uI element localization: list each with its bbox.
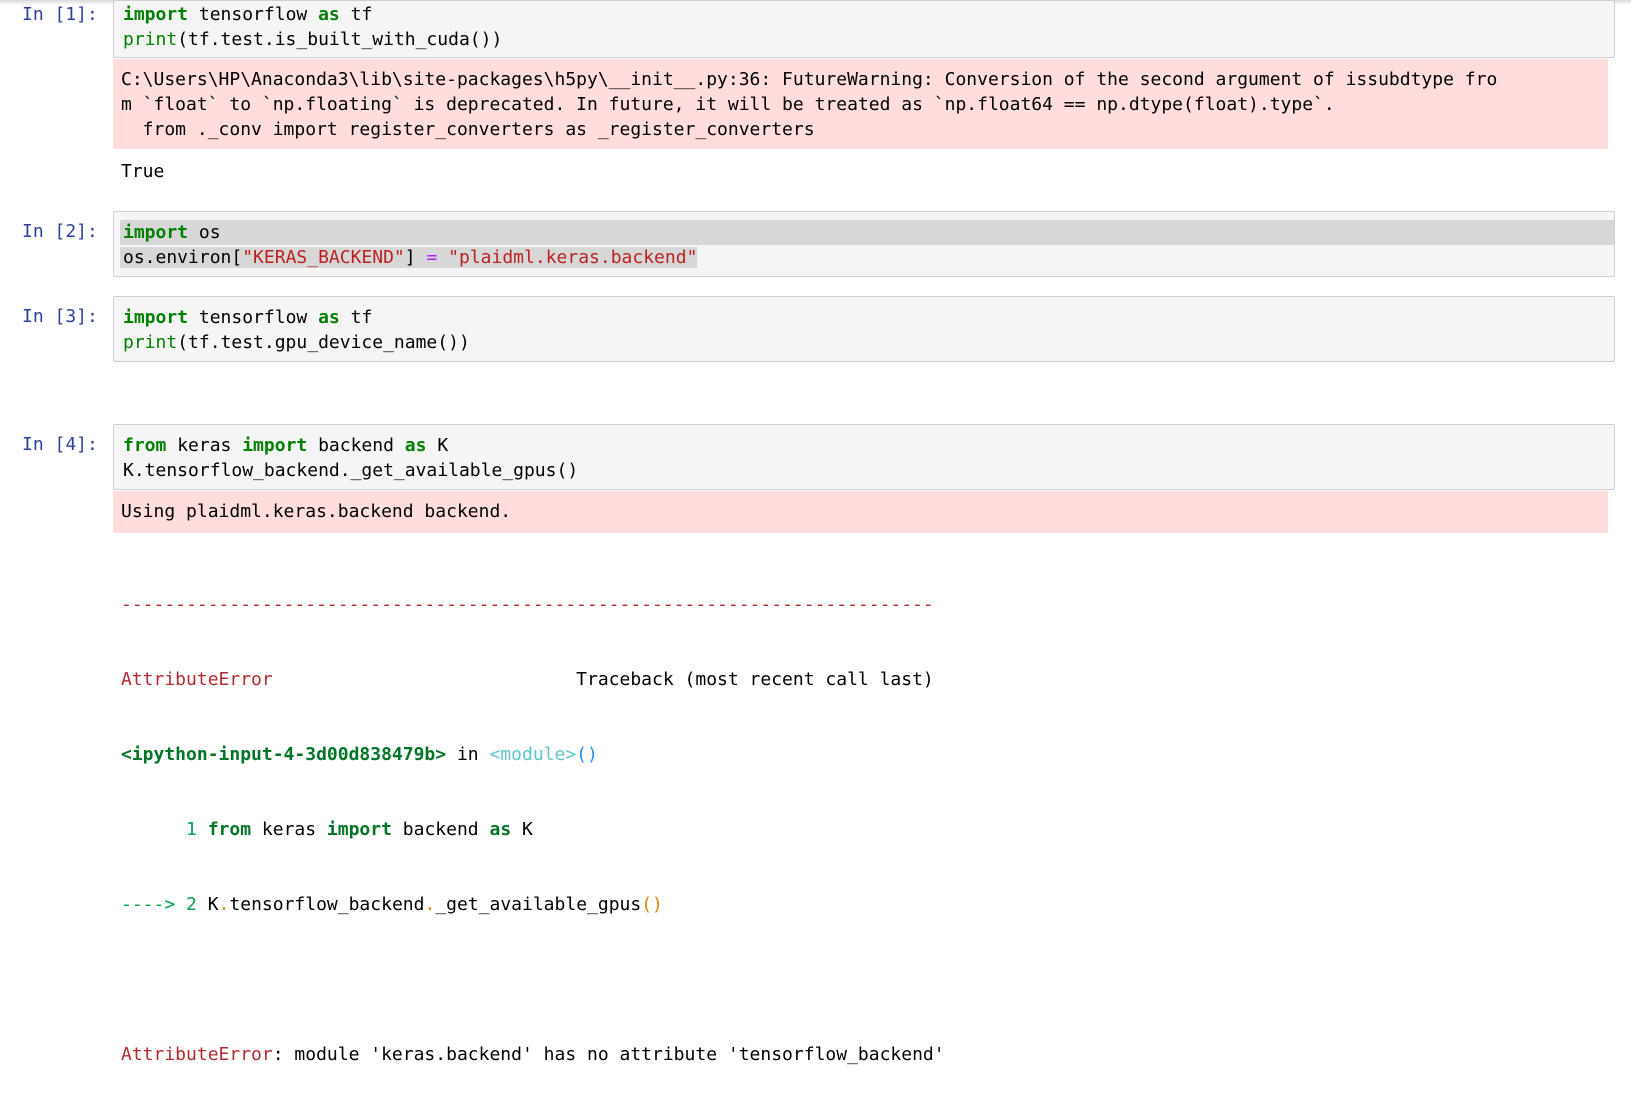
code-token: backend xyxy=(391,819,490,840)
code-token: ] xyxy=(404,247,427,268)
code-line: from keras import backend as K xyxy=(114,433,1614,458)
code-token: tensorflow xyxy=(188,4,319,25)
traceback-line: ----> 2 K.tensorflow_backend._get_availa… xyxy=(121,892,945,917)
code-token: from xyxy=(207,819,252,840)
code-token: import xyxy=(123,222,189,243)
traceback-output: ----------------------------------------… xyxy=(121,542,945,1117)
stdout-output: True xyxy=(121,161,165,182)
code-input[interactable]: from keras import backend as K K.tensorf… xyxy=(113,424,1615,490)
code-token: ----------------------------------------… xyxy=(121,594,934,615)
code-token: (tf.test.is_built_with_cuda()) xyxy=(177,29,503,50)
code-token: print xyxy=(123,332,178,353)
code-input[interactable]: import os os.environ["KERAS_BACKEND"] = … xyxy=(113,211,1615,277)
traceback-line: 1 from keras import backend as K xyxy=(121,817,945,842)
traceback-line: ----------------------------------------… xyxy=(121,592,945,617)
stderr-output: Using plaidml.keras.backend backend. xyxy=(113,491,1608,533)
code-token: import xyxy=(326,819,392,840)
stderr-output: C:\Users\HP\Anaconda3\lib\site-packages\… xyxy=(113,59,1608,149)
code-token: os.environ[ xyxy=(123,247,243,268)
code-token: tensorflow_backend xyxy=(229,894,425,915)
stderr-line: from ._conv import register_converters a… xyxy=(121,119,815,140)
input-prompt: In [4]: xyxy=(22,434,98,455)
code-token: = xyxy=(426,247,438,268)
code-token: backend xyxy=(307,435,405,456)
traceback-line xyxy=(121,967,945,992)
code-line: print(tf.test.gpu_device_name()) xyxy=(114,330,1614,355)
code-token: tensorflow xyxy=(188,307,319,328)
code-token: K.tensorflow_backend._get_available_gpus… xyxy=(123,460,579,481)
code-token: K xyxy=(426,435,449,456)
code-token: import xyxy=(123,307,189,328)
code-token: K xyxy=(207,894,219,915)
code-line: os.environ["KERAS_BACKEND"] = "plaidml.k… xyxy=(114,245,1614,270)
code-token: as xyxy=(318,307,340,328)
code-line: K.tensorflow_backend._get_available_gpus… xyxy=(114,458,1614,483)
code-token: . xyxy=(218,894,230,915)
code-token: Traceback (most recent call last) xyxy=(272,669,934,690)
code-token: _get_available_gpus xyxy=(435,894,642,915)
code-line: print(tf.test.is_built_with_cuda()) xyxy=(114,27,1614,52)
code-line: import tensorflow as tf xyxy=(114,2,1614,27)
code-token: import xyxy=(242,435,308,456)
code-token: as xyxy=(404,435,427,456)
code-line-selected: import os xyxy=(120,220,1614,245)
input-prompt: In [3]: xyxy=(22,306,98,327)
code-token: 1 xyxy=(121,819,208,840)
traceback-line: AttributeError Traceback (most recent ca… xyxy=(121,667,945,692)
code-token: <ipython-input-4-3d00d838479b> xyxy=(121,744,447,765)
code-token: AttributeError xyxy=(121,669,273,690)
code-token: import xyxy=(123,4,189,25)
code-line: import tensorflow as tf xyxy=(114,305,1614,330)
code-token: as xyxy=(318,4,340,25)
code-token: keras xyxy=(251,819,327,840)
code-token: in xyxy=(446,744,490,765)
stderr-line: C:\Users\HP\Anaconda3\lib\site-packages\… xyxy=(121,69,1498,90)
input-prompt: In [1]: xyxy=(22,4,98,25)
code-token: ----> 2 xyxy=(121,894,208,915)
code-token: tf xyxy=(339,307,373,328)
code-token: AttributeError xyxy=(121,1044,273,1065)
code-input[interactable]: import tensorflow as tf print(tf.test.gp… xyxy=(113,296,1615,362)
code-token: (tf.test.gpu_device_name()) xyxy=(177,332,470,353)
traceback-line: <ipython-input-4-3d00d838479b> in <modul… xyxy=(121,742,945,767)
selection-highlight: os.environ["KERAS_BACKEND"] = "plaidml.k… xyxy=(120,247,698,268)
input-prompt: In [2]: xyxy=(22,221,98,242)
code-token: "plaidml.keras.backend" xyxy=(448,247,698,268)
code-token: keras xyxy=(166,435,243,456)
code-token: K xyxy=(511,819,533,840)
code-token: : module 'keras.backend' has no attribut… xyxy=(272,1044,945,1065)
code-token: . xyxy=(424,894,436,915)
code-token: () xyxy=(641,894,663,915)
code-token: as xyxy=(489,819,512,840)
code-token: <module> xyxy=(489,744,577,765)
code-input[interactable]: import tensorflow as tf print(tf.test.is… xyxy=(113,0,1615,58)
code-token: () xyxy=(576,744,598,765)
traceback-line: AttributeError: module 'keras.backend' h… xyxy=(121,1042,945,1067)
code-token: os xyxy=(188,222,221,243)
code-token: from xyxy=(123,435,167,456)
stderr-line: m `float` to `np.floating` is deprecated… xyxy=(121,94,1335,115)
stderr-line: Using plaidml.keras.backend backend. xyxy=(121,501,512,522)
code-token: print xyxy=(123,29,178,50)
code-token: "KERAS_BACKEND" xyxy=(242,247,405,268)
code-token: tf xyxy=(339,4,373,25)
